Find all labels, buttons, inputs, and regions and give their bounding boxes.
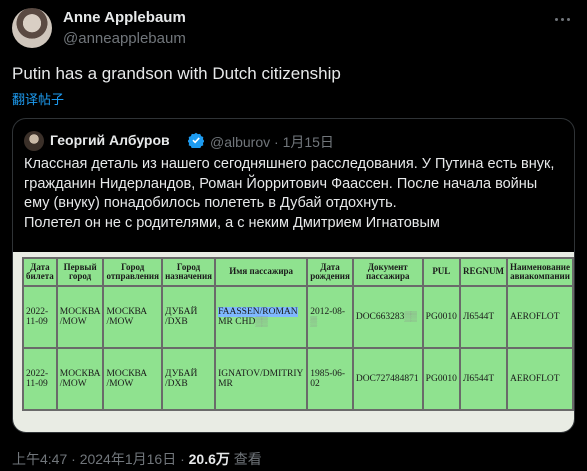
cell-dep-city: МОСКВА /MOW bbox=[102, 347, 163, 411]
cell-regnum: Л6544Т bbox=[458, 347, 508, 411]
cell-dest-city: ДУБАЙ /DXB bbox=[160, 347, 217, 411]
timestamp[interactable]: 上午4:47 · 2024年1月16日 · bbox=[12, 451, 189, 467]
redacted-blur: ▒▒ bbox=[255, 317, 268, 327]
cell-airline: AEROFLOT bbox=[505, 285, 574, 349]
cell-birth: 2012-08- ▒ bbox=[306, 285, 354, 349]
col-header: Город назначения bbox=[160, 257, 217, 287]
quote-avatar[interactable] bbox=[24, 131, 44, 151]
cell-airline: AEROFLOT bbox=[505, 347, 574, 411]
redacted-blur: ▒▒ bbox=[404, 311, 417, 322]
quote-handle-date[interactable]: @alburov · 1月15日 bbox=[210, 132, 334, 152]
tweet-header: Anne Applebaum @anneapplebaum bbox=[12, 8, 575, 52]
cell-pul: PG0010 bbox=[421, 347, 461, 411]
ticket-table: Дата билета Первый город Город отправлен… bbox=[22, 257, 574, 411]
col-header: Наименование авиакомпании bbox=[505, 257, 574, 287]
more-horizontal-icon[interactable] bbox=[555, 12, 575, 26]
views-label: 查看 bbox=[229, 451, 262, 467]
view-count: 20.6万 bbox=[188, 451, 230, 467]
col-header: PUL bbox=[421, 257, 461, 287]
quote-author-name[interactable]: Георгий Албуров bbox=[50, 132, 170, 148]
col-header: Документ пассажира bbox=[351, 257, 424, 287]
redacted-blur: ▒ bbox=[310, 317, 317, 327]
table-header-row: Дата билета Первый город Город отправлен… bbox=[22, 257, 574, 287]
col-header: Дата рождения bbox=[306, 257, 354, 287]
cell-regnum: Л6544Т bbox=[458, 285, 508, 349]
passenger-highlight: FAASSEN/ROMAN bbox=[218, 306, 298, 317]
col-header: Город отправления bbox=[102, 257, 163, 287]
cell-passenger: FAASSEN/ROMAN MR CHD▒▒ bbox=[214, 285, 309, 349]
cell-doc: DOC727484871 bbox=[351, 347, 424, 411]
cell-date: 2022-11-09 bbox=[22, 285, 58, 349]
quote-text: Классная деталь из нашего сегодняшнего р… bbox=[24, 155, 564, 233]
verified-badge-icon bbox=[188, 132, 204, 148]
cell-first-city: МОСКВА /MOW bbox=[55, 347, 105, 411]
col-header: REGNUM bbox=[458, 257, 508, 287]
cell-date: 2022-11-09 bbox=[22, 347, 58, 411]
table-row: 2022-11-09 МОСКВА /MOW МОСКВА /MOW ДУБАЙ… bbox=[22, 347, 574, 411]
tweet-meta: 上午4:47 · 2024年1月16日 · 20.6万 查看 bbox=[12, 449, 262, 469]
doc-value: DOC663283 bbox=[355, 311, 405, 322]
cell-passenger: IGNATOV/DMITRIY MR bbox=[214, 347, 309, 411]
cell-birth: 1985-06-02 bbox=[306, 347, 354, 411]
passenger-rest: MR CHD bbox=[218, 317, 256, 327]
author-name[interactable]: Anne Applebaum bbox=[63, 9, 186, 26]
quote-line: Классная деталь из нашего сегодняшнего р… bbox=[24, 156, 555, 172]
author-handle[interactable]: @anneapplebaum bbox=[63, 30, 186, 47]
quote-line: Полетел он не с родителями, а с неким Дм… bbox=[24, 214, 440, 231]
translate-link[interactable]: 翻译帖子 bbox=[12, 89, 64, 108]
table-row: 2022-11-09 МОСКВА /MOW МОСКВА /MOW ДУБАЙ… bbox=[22, 285, 574, 349]
cell-first-city: МОСКВА /MOW bbox=[55, 285, 105, 349]
col-header: Дата билета bbox=[22, 257, 58, 287]
avatar[interactable] bbox=[12, 8, 52, 48]
cell-dep-city: МОСКВА /MOW bbox=[102, 285, 163, 349]
cell-pul: PG0010 bbox=[421, 285, 461, 349]
ticket-table-image[interactable]: Дата билета Первый город Город отправлен… bbox=[13, 252, 574, 432]
quoted-tweet[interactable]: Георгий Албуров @alburov · 1月15日 Классна… bbox=[12, 118, 575, 433]
quote-line: ему (внуку) понадобилось полететь в Дуба… bbox=[24, 195, 397, 211]
cell-doc: DOC663283▒▒ bbox=[351, 285, 424, 349]
cell-dest-city: ДУБАЙ /DXB bbox=[160, 285, 217, 349]
birth-value: 2012-08- bbox=[310, 306, 346, 317]
quote-line: гражданин Нидерландов, Роман Йорритович … bbox=[24, 175, 538, 192]
col-header: Имя пассажира bbox=[214, 257, 309, 287]
col-header: Первый город bbox=[55, 257, 105, 287]
tweet-text: Putin has a grandson with Dutch citizens… bbox=[12, 64, 341, 83]
